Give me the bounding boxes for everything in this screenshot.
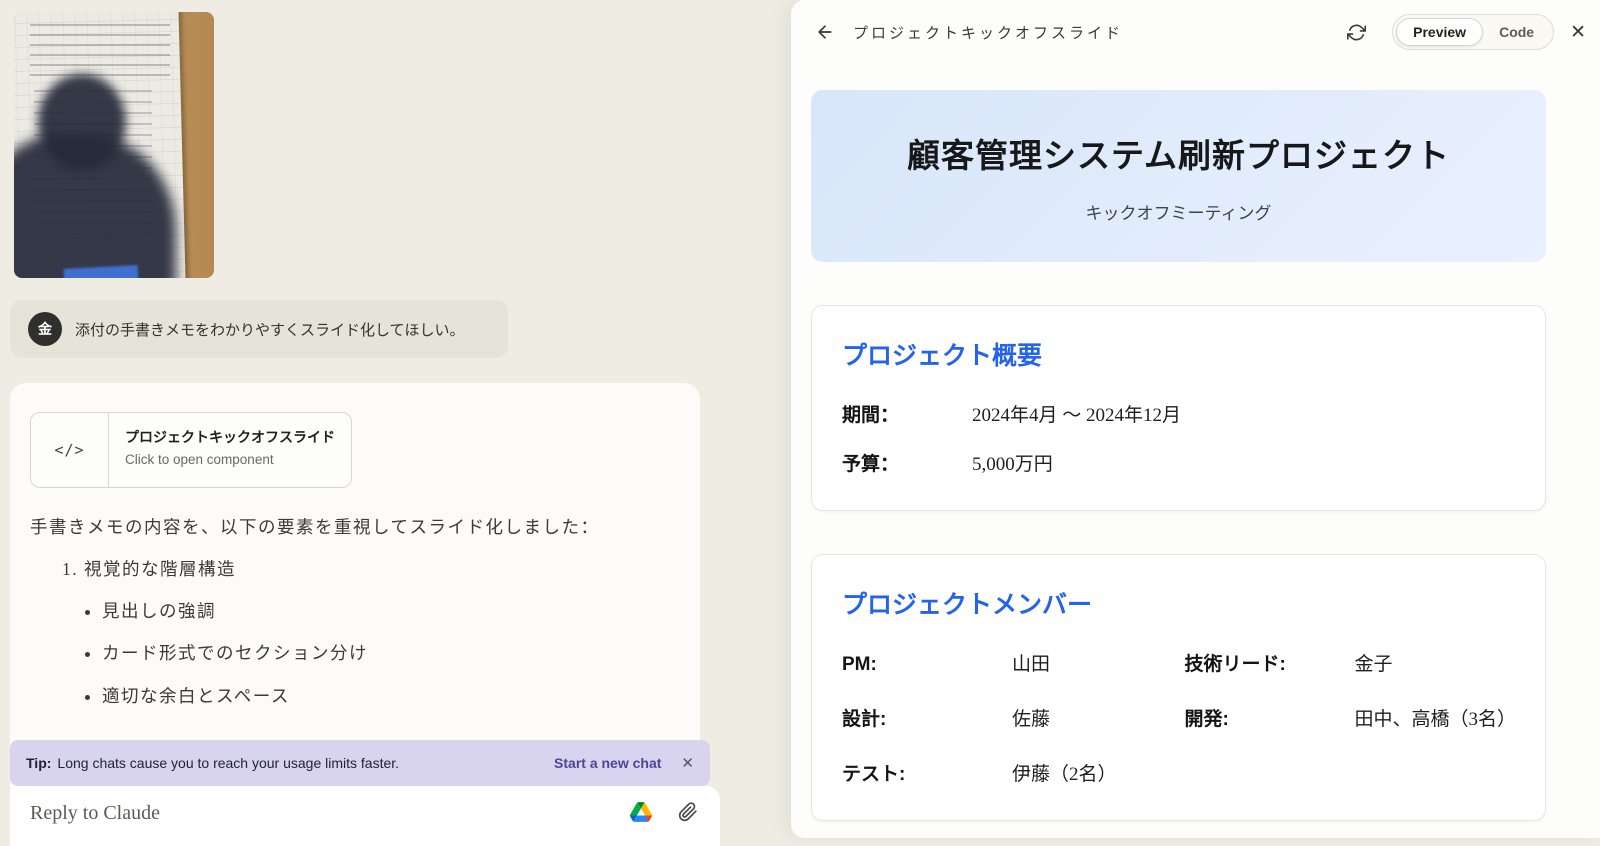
field-label: PM: — [842, 654, 1012, 676]
overview-row: 期間： 2024年4月 ～ 2024年12月 — [842, 400, 1515, 427]
field-value: 山田 — [1012, 649, 1050, 676]
overview-card: プロジェクト概要 期間： 2024年4月 ～ 2024年12月 予算： 5,00… — [811, 305, 1546, 511]
back-arrow-icon — [815, 22, 835, 42]
slide-title: 顧客管理システム刷新プロジェクト — [907, 129, 1450, 177]
field-label: テスト: — [842, 759, 1012, 786]
paperclip-icon — [678, 802, 698, 822]
slide-hero-card: 顧客管理システム刷新プロジェクト キックオフミーティング — [811, 90, 1546, 262]
field-label: 設計: — [842, 704, 1012, 731]
members-card: プロジェクトメンバー PM: 山田 技術リード: 金子 設計: 佐藤 開発: 田… — [811, 554, 1546, 821]
member-row: テスト: 伊藤（2名） — [842, 759, 1173, 786]
google-drive-icon — [630, 802, 652, 822]
assistant-bullet-list: 見出しの強調 カード形式でのセクション分け 適切な余白とスペース — [30, 594, 678, 712]
assistant-numbered-list: 視覚的な階層構造 — [30, 552, 678, 586]
field-value: 金子 — [1355, 649, 1393, 676]
component-title: プロジェクトキックオフスライド — [125, 427, 335, 447]
field-label: 予算： — [842, 449, 972, 476]
artifact-header: プロジェクトキックオフスライド Preview Code ✕ — [791, 0, 1600, 64]
handwriting-lines — [30, 24, 170, 80]
code-slash-icon: </> — [31, 413, 109, 487]
user-message: 金 添付の手書きメモをわかりやすくスライド化してほしい。 — [10, 300, 508, 358]
field-value: 田中、高橋（3名） — [1355, 704, 1516, 731]
members-grid: PM: 山田 技術リード: 金子 設計: 佐藤 開発: 田中、高橋（3名） テス… — [842, 649, 1515, 786]
field-label: 技術リード: — [1185, 649, 1355, 676]
back-button[interactable] — [811, 18, 839, 46]
overview-heading: プロジェクト概要 — [842, 336, 1515, 372]
list-item: 視覚的な階層構造 — [84, 552, 678, 586]
members-heading: プロジェクトメンバー — [842, 585, 1515, 621]
slide-subtitle: キックオフミーティング — [1086, 199, 1272, 224]
list-item: カード形式でのセクション分け — [102, 636, 678, 670]
member-row: 技術リード: 金子 — [1185, 649, 1516, 676]
assistant-intro: 手書きメモの内容を、以下の要素を重視してスライド化しました： — [30, 510, 678, 544]
tip-label: Tip: — [26, 755, 51, 771]
user-message-text: 添付の手書きメモをわかりやすくスライド化してほしい。 — [75, 319, 465, 340]
component-subtitle: Click to open component — [125, 452, 335, 467]
composer-icons — [630, 802, 698, 822]
member-row: PM: 山田 — [842, 649, 1173, 676]
list-item: 適切な余白とスペース — [102, 679, 678, 713]
field-value: 佐藤 — [1012, 704, 1050, 731]
chat-column: 金 添付の手書きメモをわかりやすくスライド化してほしい。 </> プロジェクトキ… — [0, 0, 790, 838]
field-value: 5,000万円 — [972, 449, 1053, 476]
google-drive-button[interactable] — [630, 802, 652, 822]
attachment-thumbnail[interactable] — [14, 12, 214, 278]
refresh-icon — [1347, 23, 1366, 42]
usage-tip-banner: Tip: Long chats cause you to reach your … — [10, 740, 710, 786]
start-new-chat-link[interactable]: Start a new chat — [554, 755, 661, 771]
user-avatar: 金 — [28, 312, 62, 346]
reply-input[interactable] — [30, 802, 590, 825]
close-icon[interactable]: ✕ — [1570, 21, 1586, 44]
artifact-panel: プロジェクトキックオフスライド Preview Code ✕ 顧客管理システム刷… — [790, 0, 1600, 838]
field-value: 2024年4月 ～ 2024年12月 — [972, 400, 1181, 427]
field-label: 開発: — [1185, 704, 1355, 731]
member-row: 開発: 田中、高橋（3名） — [1185, 704, 1516, 731]
tip-text: Long chats cause you to reach your usage… — [57, 755, 399, 771]
field-value: 伊藤（2名） — [1012, 759, 1117, 786]
reply-composer — [10, 786, 720, 846]
attach-file-button[interactable] — [678, 802, 698, 822]
list-item: 見出しの強調 — [102, 594, 678, 628]
tab-code[interactable]: Code — [1483, 18, 1550, 46]
refresh-button[interactable] — [1343, 19, 1370, 46]
artifact-preview: 顧客管理システム刷新プロジェクト キックオフミーティング プロジェクト概要 期間… — [791, 64, 1600, 838]
preview-code-toggle: Preview Code — [1392, 14, 1554, 50]
tip-close-icon[interactable]: ✕ — [681, 754, 694, 772]
artifact-title: プロジェクトキックオフスライド — [853, 22, 1123, 43]
field-label: 期間： — [842, 400, 972, 427]
overview-row: 予算： 5,000万円 — [842, 449, 1515, 476]
tab-preview[interactable]: Preview — [1396, 18, 1483, 46]
assistant-body: 手書きメモの内容を、以下の要素を重視してスライド化しました： 視覚的な階層構造 … — [30, 510, 678, 713]
artifact-component-card[interactable]: </> プロジェクトキックオフスライド Click to open compon… — [30, 412, 352, 488]
member-row: 設計: 佐藤 — [842, 704, 1173, 731]
component-meta: プロジェクトキックオフスライド Click to open component — [109, 413, 349, 487]
